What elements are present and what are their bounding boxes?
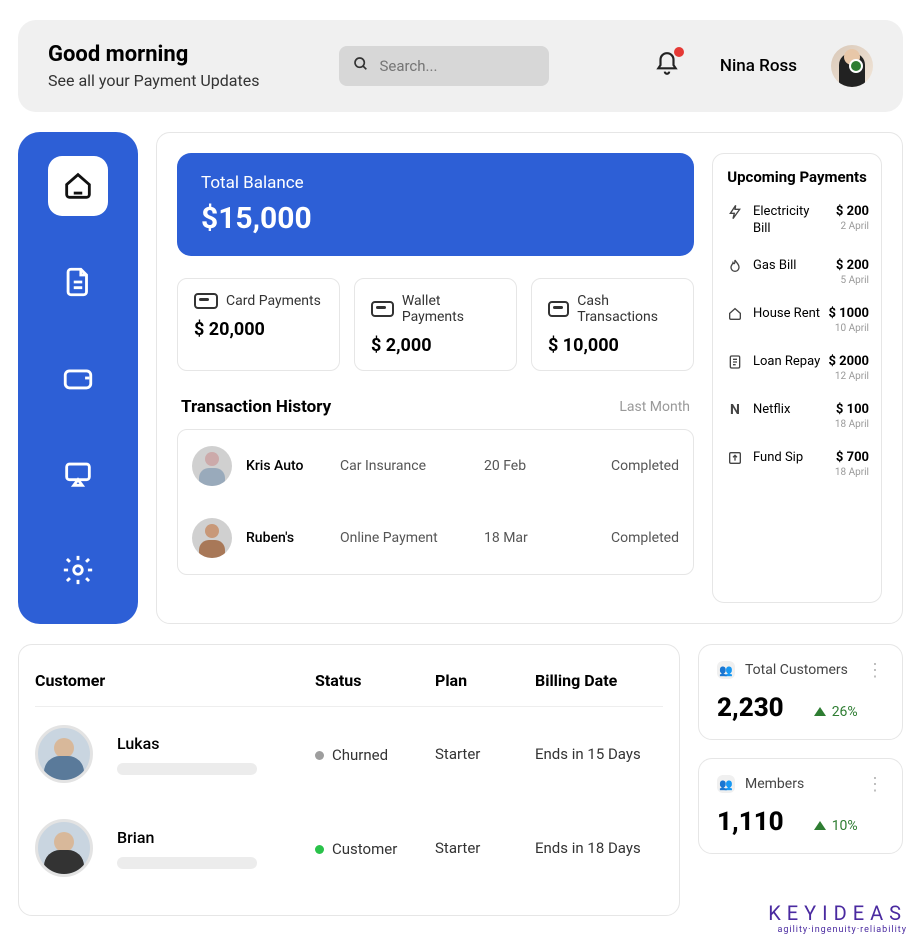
dashboard-panel: Total Balance $15,000 Card Payments $ 20… — [156, 132, 903, 624]
table-header: Customer Status Plan Billing Date — [35, 665, 663, 707]
history-row[interactable]: Ruben's Online Payment 18 Mar Completed — [178, 502, 693, 574]
stat-total-customers[interactable]: 👥 Total Customers ⋮ 2,230 26% — [698, 644, 903, 740]
more-icon[interactable]: ⋮ — [866, 666, 884, 675]
card-icon — [194, 293, 218, 309]
trend-up: 10% — [814, 818, 858, 834]
users-icon: 👥 — [717, 775, 735, 793]
upcoming-title: Upcoming Payments — [725, 168, 869, 186]
card-icon — [548, 301, 569, 317]
upcoming-item[interactable]: House Rent $ 100010 April — [725, 306, 869, 334]
history-filter[interactable]: Last Month — [619, 399, 690, 415]
upcoming-item[interactable]: Fund Sip $ 70018 April — [725, 450, 869, 478]
document-icon — [61, 265, 95, 299]
greeting-block: Good morning See all your Payment Update… — [48, 42, 259, 90]
brand-logo: KEYIDEAS agility·ingenuity·reliability — [768, 901, 907, 935]
upcoming-item[interactable]: Loan Repay $ 200012 April — [725, 354, 869, 382]
upcoming-payments: Upcoming Payments Electricity Bill $ 200… — [712, 153, 882, 603]
search-icon — [353, 56, 369, 76]
fund-icon — [725, 450, 745, 466]
users-icon: 👥 — [717, 661, 735, 679]
netflix-icon: N — [725, 402, 745, 418]
monitor-icon — [61, 457, 95, 491]
greeting-subtitle: See all your Payment Updates — [48, 71, 259, 90]
balance-label: Total Balance — [201, 173, 670, 193]
more-icon[interactable]: ⋮ — [866, 780, 884, 789]
history-title: Transaction History — [181, 397, 331, 417]
home-icon — [61, 169, 95, 203]
status-dot — [315, 751, 324, 760]
progress-bar — [117, 857, 257, 869]
top-bar: Good morning See all your Payment Update… — [18, 20, 903, 112]
avatar — [192, 446, 232, 486]
search-box[interactable] — [339, 46, 549, 86]
payment-methods: Card Payments $ 20,000 Wallet Payments $… — [177, 278, 694, 371]
method-cash-transactions[interactable]: Cash Transactions $ 10,000 — [531, 278, 694, 371]
upcoming-item[interactable]: Gas Bill $ 2005 April — [725, 258, 869, 286]
flame-icon — [725, 258, 745, 274]
greeting-title: Good morning — [48, 42, 259, 67]
avatar — [35, 819, 93, 877]
history-row[interactable]: Kris Auto Car Insurance 20 Feb Completed — [178, 430, 693, 502]
sidebar-item-wallet[interactable] — [48, 348, 108, 408]
method-wallet-payments[interactable]: Wallet Payments $ 2,000 — [354, 278, 517, 371]
sidebar-item-home[interactable] — [48, 156, 108, 216]
method-card-payments[interactable]: Card Payments $ 20,000 — [177, 278, 340, 371]
gear-icon — [61, 553, 95, 587]
wallet-icon — [61, 361, 95, 395]
table-row[interactable]: Lukas Churned Starter Ends in 15 Days — [35, 707, 663, 801]
customer-table: Customer Status Plan Billing Date Lukas … — [18, 644, 680, 916]
bolt-icon — [725, 204, 745, 220]
history-list: Kris Auto Car Insurance 20 Feb Completed… — [177, 429, 694, 575]
upcoming-item[interactable]: N Netflix $ 10018 April — [725, 402, 869, 430]
document-icon — [725, 354, 745, 370]
progress-bar — [117, 763, 257, 775]
sidebar-nav — [18, 132, 138, 624]
trend-up: 26% — [814, 704, 858, 720]
notification-bell[interactable] — [654, 51, 680, 81]
search-input[interactable] — [379, 57, 535, 75]
notification-dot — [674, 47, 684, 57]
online-indicator — [849, 59, 863, 73]
home-icon — [725, 306, 745, 322]
avatar — [192, 518, 232, 558]
user-name[interactable]: Nina Ross — [720, 56, 797, 76]
table-row[interactable]: Brian Customer Starter Ends in 18 Days — [35, 801, 663, 895]
user-avatar[interactable] — [831, 45, 873, 87]
sidebar-item-display[interactable] — [48, 444, 108, 504]
stat-members[interactable]: 👥 Members ⋮ 1,110 10% — [698, 758, 903, 854]
upcoming-item[interactable]: Electricity Bill $ 2002 April — [725, 204, 869, 238]
card-icon — [371, 301, 394, 317]
balance-value: $15,000 — [201, 201, 670, 236]
balance-card: Total Balance $15,000 — [177, 153, 694, 256]
avatar — [35, 725, 93, 783]
status-dot — [315, 845, 324, 854]
sidebar-item-documents[interactable] — [48, 252, 108, 312]
sidebar-item-settings[interactable] — [48, 540, 108, 600]
